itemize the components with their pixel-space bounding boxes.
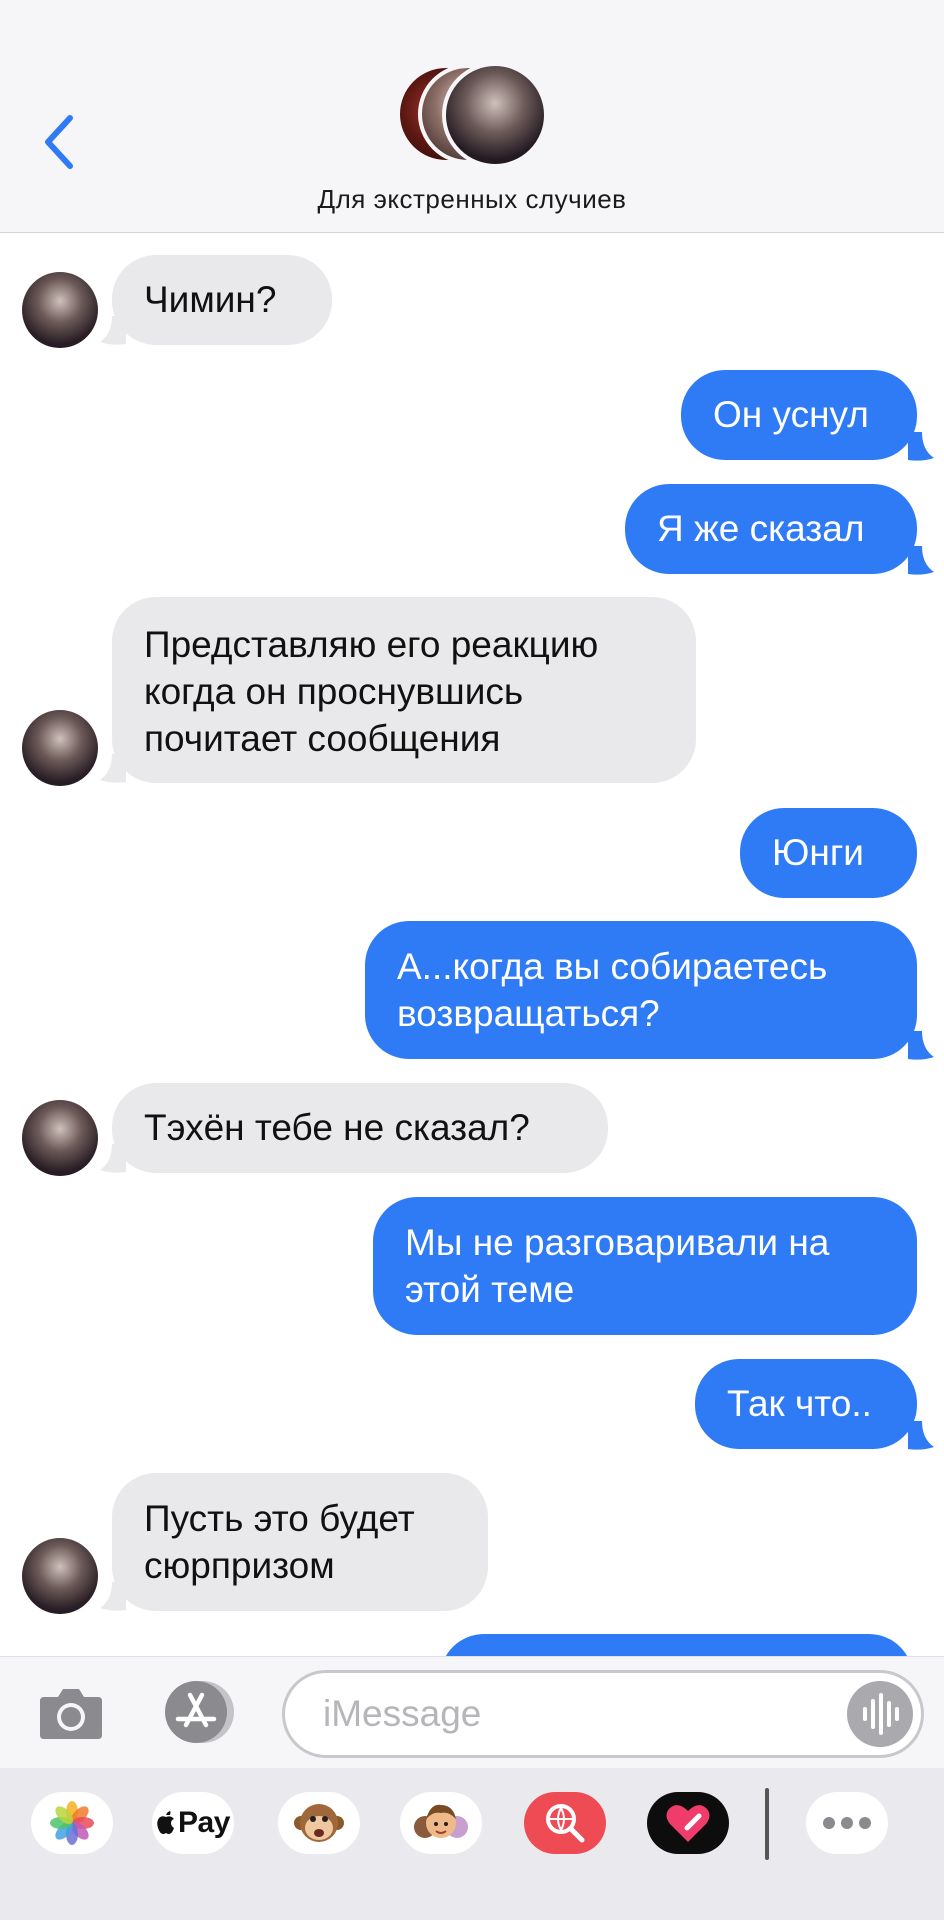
sender-avatar[interactable] — [22, 710, 98, 786]
group-avatar-stack[interactable] — [396, 62, 548, 170]
sender-avatar[interactable] — [22, 1538, 98, 1614]
message-text: А...когда вы собираетесь — [397, 946, 828, 987]
digital-touch-heart-icon[interactable] — [647, 1792, 729, 1854]
conversation-header: Для экстренных случиев — [0, 0, 944, 233]
message-text: почитает сообщения — [144, 718, 501, 759]
photos-app-icon[interactable] — [31, 1792, 113, 1854]
member-avatar — [442, 62, 548, 168]
bubble-tail — [908, 1421, 934, 1450]
message-text: Пусть это будет — [144, 1498, 415, 1539]
apple-pay-label: Pay — [178, 1806, 230, 1839]
message-text: Так что.. — [727, 1383, 872, 1424]
message-bubble-outgoing[interactable]: Я же сказал — [625, 484, 917, 574]
message-text: Он уснул — [713, 394, 869, 435]
message-text: Юнги — [772, 832, 864, 873]
message-text: когда он проснувшись — [144, 671, 524, 712]
message-bubble-outgoing[interactable]: Юнги — [740, 808, 917, 898]
message-bubble-outgoing[interactable]: Он уснул — [681, 370, 917, 460]
audio-waveform-icon[interactable] — [847, 1681, 913, 1747]
message-text: Чимин? — [144, 279, 277, 320]
message-text: сюрпризом — [144, 1545, 335, 1586]
message-text: Тэхён тебе не сказал? — [144, 1107, 530, 1148]
message-bubble-incoming[interactable]: Пусть это будет сюрпризом — [112, 1473, 488, 1611]
bubble-tail — [908, 1031, 934, 1060]
message-bubble-outgoing[interactable]: Так что.. — [695, 1359, 917, 1449]
back-chevron-icon[interactable] — [40, 112, 80, 172]
more-apps-icon[interactable] — [806, 1792, 888, 1854]
message-bubble-outgoing[interactable]: А...когда вы собираетесь возвращаться? — [365, 921, 917, 1059]
app-strip-divider — [765, 1788, 769, 1860]
message-bubble-incoming[interactable]: Чимин? — [112, 255, 332, 345]
message-bubble-incoming[interactable]: Тэхён тебе не сказал? — [112, 1083, 608, 1173]
message-bubble-outgoing[interactable]: Мы не разговаривали на этой теме — [373, 1197, 917, 1335]
images-search-icon[interactable] — [524, 1792, 606, 1854]
app-store-icon[interactable] — [158, 1679, 240, 1745]
message-text: Я же сказал — [657, 508, 865, 549]
message-text: этой теме — [405, 1269, 575, 1310]
imessage-input[interactable]: iMessage — [282, 1670, 924, 1758]
app-drawer-strip: Pay — [0, 1768, 944, 1920]
sender-avatar[interactable] — [22, 272, 98, 348]
apple-logo-icon — [157, 1811, 175, 1834]
sender-avatar[interactable] — [22, 1100, 98, 1176]
memoji-icon[interactable] — [400, 1792, 482, 1854]
message-composer: iMessage — [0, 1656, 944, 1768]
apple-pay-icon[interactable]: Pay — [152, 1792, 234, 1854]
message-text: возвращаться? — [397, 993, 660, 1034]
bubble-tail — [908, 432, 934, 461]
camera-icon[interactable] — [38, 1681, 104, 1743]
input-placeholder: iMessage — [323, 1693, 482, 1734]
conversation-title[interactable]: Для экстренных случиев — [0, 184, 944, 215]
message-bubble-incoming[interactable]: Представляю его реакцию когда он проснув… — [112, 597, 696, 783]
bubble-tail — [908, 546, 934, 575]
animoji-monkey-icon[interactable] — [278, 1792, 360, 1854]
message-text: Представляю его реакцию — [144, 624, 599, 665]
message-text: Мы не разговаривали на — [405, 1222, 830, 1263]
